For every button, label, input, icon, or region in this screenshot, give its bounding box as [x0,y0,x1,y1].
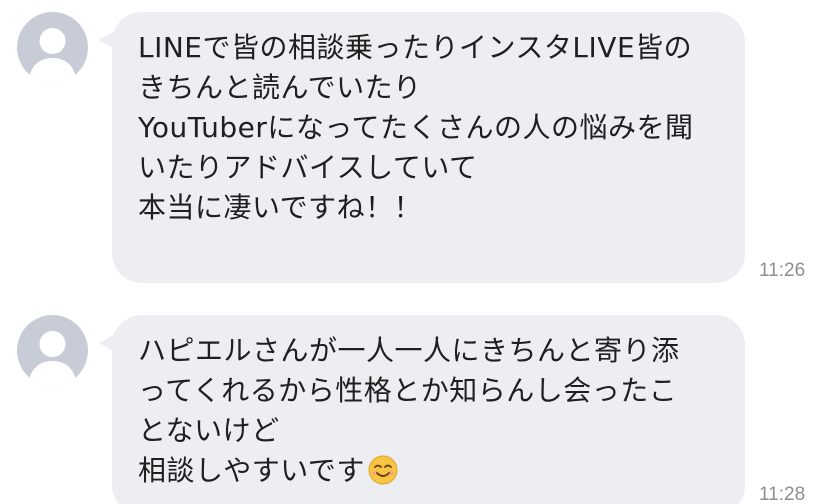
message-text-line: いたりアドバイスしていて [138,151,478,184]
message-text-line: 本当に凄いですね！！ [138,191,423,224]
message-text-line: ってくれるから性格とか知らんし会ったこ [138,374,678,407]
chat-view: LINEで皆の相談乗ったりインスタLIVE皆の きちんと読んでいたり YouTu… [0,0,828,504]
message-text-line: YouTuberになってたくさんの人の悩みを聞 [138,111,694,144]
message-row: ハピエルさんが一人一人にきちんと寄り添 ってくれるから性格とか知らんし会ったこ … [0,300,828,504]
default-user-icon [28,331,77,386]
default-user-icon [28,28,77,83]
avatar[interactable] [17,315,88,386]
message-text-line: 相談しやすいです [138,451,721,491]
smiling-face-icon [368,455,398,485]
message-text-line: ハピエルさんが一人一人にきちんと寄り添 [138,334,680,367]
bubble-tail [99,30,117,50]
avatar[interactable] [17,12,88,83]
message-text-line: とないけど [138,414,280,447]
message-timestamp: 11:28 [759,484,806,504]
message-row: LINEで皆の相談乗ったりインスタLIVE皆の きちんと読んでいたり YouTu… [0,0,828,290]
bubble-tail [99,333,117,353]
message-text-segment: 相談しやすいです [138,454,365,487]
message-bubble: ハピエルさんが一人一人にきちんと寄り添 ってくれるから性格とか知らんし会ったこ … [99,315,745,504]
message-bubble: LINEで皆の相談乗ったりインスタLIVE皆の きちんと読んでいたり YouTu… [99,12,745,283]
message-text-line: LINEで皆の相談乗ったりインスタLIVE皆の [138,31,693,64]
message-timestamp: 11:26 [759,260,806,281]
message-text-line: きちんと読んでいたり [138,71,422,104]
